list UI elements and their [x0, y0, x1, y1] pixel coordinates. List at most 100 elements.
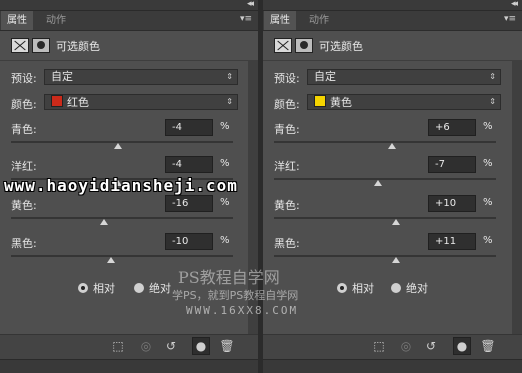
slider-thumb[interactable] [113, 143, 122, 149]
slider-label: 洋红: [274, 160, 300, 173]
select-arrows-icon: ⇕ [489, 97, 496, 106]
preset-label: 预设: [11, 72, 37, 85]
colors-label: 颜色: [11, 98, 37, 111]
panel-bottom-strip [0, 359, 258, 373]
panel-header: 可选颜色 [0, 31, 258, 59]
url-watermark: www.haoyidiansheji.com [4, 176, 238, 195]
slider-value-field[interactable]: -4 [165, 119, 213, 136]
slider-thumb[interactable] [387, 143, 396, 149]
radio-absolute-label: 绝对 [149, 282, 171, 295]
collapse-icon[interactable]: ◂◂ [247, 0, 254, 9]
visibility-eye-icon[interactable]: ● [453, 337, 471, 355]
radio-relative-dot[interactable] [337, 283, 347, 293]
adjustment-layer-icon[interactable] [274, 38, 292, 53]
panel-tabs: 属性 动作 ▾≡ [0, 11, 258, 31]
brand-url-watermark: WWW.16XX8.COM [186, 304, 299, 317]
trash-icon[interactable]: 🗑 [480, 339, 496, 353]
slider-track[interactable] [274, 255, 496, 257]
panel-bottom-strip [263, 359, 522, 373]
color-swatch [51, 95, 63, 107]
panel-menu-icon[interactable]: ▾≡ [240, 14, 252, 24]
clip-to-layer-icon[interactable]: ⬚ [371, 339, 387, 353]
preset-value: 自定 [51, 70, 73, 83]
preset-select[interactable]: 自定 ⇕ [307, 69, 501, 85]
colors-select[interactable]: 黄色 ⇕ [307, 94, 501, 110]
slider-track[interactable] [11, 255, 233, 257]
visibility-eye-icon[interactable]: ● [192, 337, 210, 355]
slider-label: 黑色: [274, 237, 300, 250]
percent-label: % [483, 121, 493, 132]
select-arrows-icon: ⇕ [226, 97, 233, 106]
slider-label: 黄色: [11, 199, 37, 212]
radio-relative[interactable]: 相对 [78, 280, 115, 296]
radio-relative-label: 相对 [93, 282, 115, 295]
trash-icon[interactable]: 🗑 [219, 339, 235, 353]
radio-absolute[interactable]: 绝对 [134, 280, 171, 296]
radio-absolute-label: 绝对 [406, 282, 428, 295]
radio-absolute-dot[interactable] [134, 283, 144, 293]
panel-menu-icon[interactable]: ▾≡ [504, 14, 516, 24]
percent-label: % [483, 235, 493, 246]
properties-panel-right: ◂◂ 属性 动作 ▾≡ 可选颜色 预设: 自定 ⇕ 颜色: 黄色 ⇕ 相对 绝对… [263, 0, 522, 373]
reset-icon[interactable]: ↺ [163, 339, 179, 353]
radio-relative[interactable]: 相对 [337, 280, 374, 296]
view-previous-state-icon[interactable]: ◎ [138, 339, 154, 353]
select-arrows-icon: ⇕ [489, 72, 496, 81]
slider-value-field[interactable]: +10 [428, 195, 476, 212]
radio-relative-label: 相对 [352, 282, 374, 295]
divider [263, 60, 522, 61]
slider-thumb[interactable] [100, 219, 109, 225]
slider-value-field[interactable]: -16 [165, 195, 213, 212]
panel-top-strip: ◂◂ [0, 0, 258, 11]
slider-value-field[interactable]: +6 [428, 119, 476, 136]
tab-properties[interactable]: 属性 [1, 11, 33, 30]
colors-label: 颜色: [274, 98, 300, 111]
percent-label: % [220, 121, 230, 132]
panel-title: 可选颜色 [319, 40, 363, 53]
tab-actions[interactable]: 动作 [40, 11, 72, 30]
panel-top-strip: ◂◂ [263, 0, 522, 11]
preset-select[interactable]: 自定 ⇕ [44, 69, 238, 85]
slider-label: 青色: [274, 123, 300, 136]
slider-track[interactable] [274, 178, 496, 180]
clip-to-layer-icon[interactable]: ⬚ [110, 339, 126, 353]
percent-label: % [483, 158, 493, 169]
reset-icon[interactable]: ↺ [423, 339, 439, 353]
slider-track[interactable] [274, 217, 496, 219]
adjustment-layer-icon[interactable] [11, 38, 29, 53]
slider-value-field[interactable]: -4 [165, 156, 213, 173]
radio-relative-dot[interactable] [78, 283, 88, 293]
colors-value: 黄色 [330, 96, 352, 109]
slider-value-field[interactable]: -10 [165, 233, 213, 250]
panel-title: 可选颜色 [56, 40, 100, 53]
layer-mask-icon[interactable] [295, 38, 313, 53]
slider-thumb[interactable] [392, 219, 401, 225]
colors-select[interactable]: 红色 ⇕ [44, 94, 238, 110]
slider-value-field[interactable]: -7 [428, 156, 476, 173]
percent-label: % [220, 197, 230, 208]
radio-absolute-dot[interactable] [391, 283, 401, 293]
color-swatch [314, 95, 326, 107]
slider-thumb[interactable] [106, 257, 115, 263]
brand-sub-watermark: 学PS，就到PS教程自学网 [172, 289, 299, 302]
collapse-icon[interactable]: ◂◂ [511, 0, 518, 9]
panel-tabs: 属性 动作 ▾≡ [263, 11, 522, 31]
slider-thumb[interactable] [392, 257, 401, 263]
slider-track[interactable] [11, 141, 233, 143]
slider-track[interactable] [274, 141, 496, 143]
preset-value: 自定 [314, 70, 336, 83]
scrollbar[interactable] [512, 60, 522, 334]
tab-actions[interactable]: 动作 [303, 11, 335, 30]
panel-footer: ⬚ ◎ ↺ ● 🗑 [0, 334, 258, 359]
percent-label: % [220, 158, 230, 169]
slider-thumb[interactable] [374, 180, 383, 186]
slider-track[interactable] [11, 217, 233, 219]
tab-properties[interactable]: 属性 [264, 11, 296, 30]
slider-label: 青色: [11, 123, 37, 136]
divider [0, 60, 258, 61]
slider-value-field[interactable]: +11 [428, 233, 476, 250]
view-previous-state-icon[interactable]: ◎ [398, 339, 414, 353]
layer-mask-icon[interactable] [32, 38, 50, 53]
radio-absolute[interactable]: 绝对 [391, 280, 428, 296]
percent-label: % [483, 197, 493, 208]
